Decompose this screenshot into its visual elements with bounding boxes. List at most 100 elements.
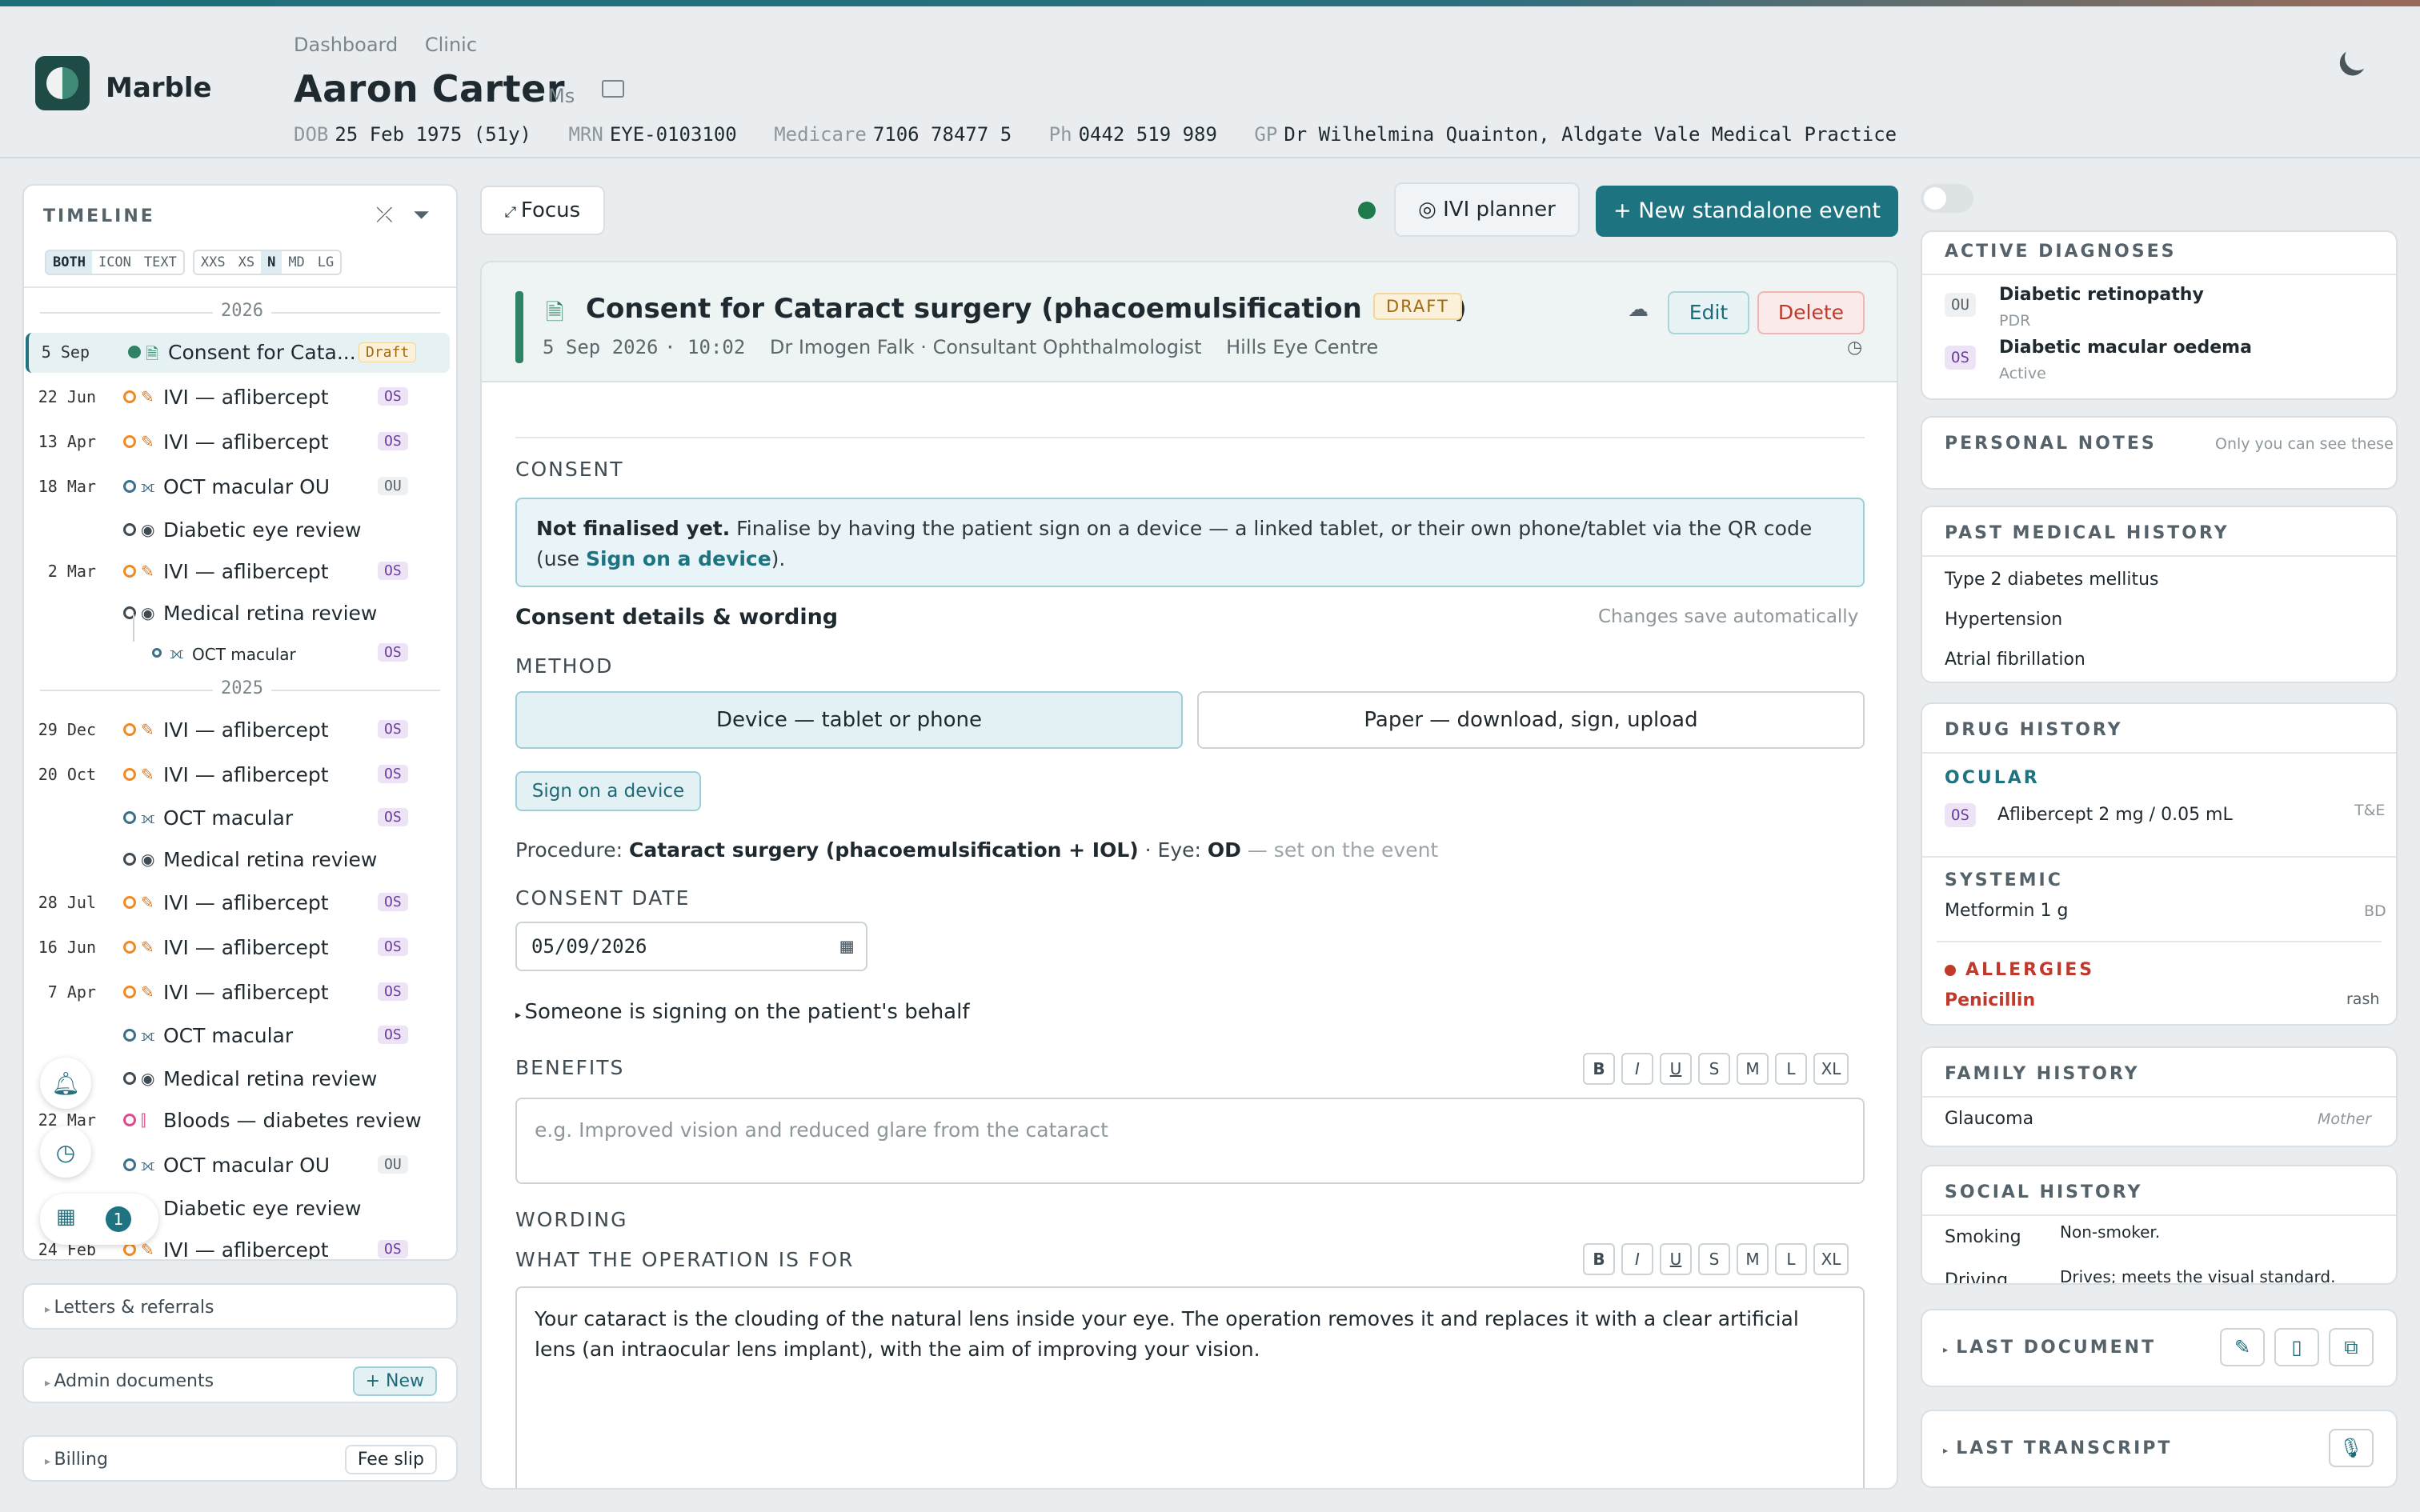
eye-icon: ◉ [141, 603, 155, 622]
timeline-marker [123, 1072, 136, 1085]
size-toggle: XXS XS N MD LG [192, 250, 343, 275]
timeline-row[interactable]: ◉ Medical retina review [24, 840, 456, 880]
underline-button[interactable]: U [1660, 1053, 1692, 1085]
timeline-marker [128, 346, 141, 358]
timeline-row[interactable]: 5 Sep 🗎 Consent for Cata... Draft [26, 333, 450, 373]
timeline-row[interactable]: 28 Jul ✎ IVI — aflibercept OS [24, 883, 456, 923]
id-card-icon[interactable] [602, 80, 624, 98]
size-s-button[interactable]: S [1698, 1243, 1730, 1275]
italic-button[interactable]: I [1621, 1053, 1653, 1085]
admin-documents-card[interactable]: ▸ Admin documents + New [22, 1357, 458, 1403]
dark-mode-icon[interactable] [2341, 41, 2374, 74]
eye-icon: ◉ [141, 520, 155, 539]
timeline-row[interactable]: ⟗ OCT macular OS [24, 798, 456, 838]
timeline-row[interactable]: ⟗ OCT macular OS [24, 634, 456, 674]
diagnosis-name[interactable]: Diabetic retinopathy [1999, 285, 2204, 305]
timeline-row[interactable]: 7 Apr ✎ IVI — aflibercept OS [24, 973, 456, 1013]
letters-referrals-card[interactable]: ▸ Letters & referrals [22, 1283, 458, 1330]
cloud-sync-icon[interactable]: ☁ [1628, 298, 1649, 322]
oct-icon: ⟗ [141, 477, 155, 496]
timeline-label: Medical retina review [163, 602, 378, 625]
timeline-row[interactable]: ⟗ OCT macular OS [24, 1016, 456, 1056]
size-l-button[interactable]: L [1775, 1243, 1807, 1275]
new-standalone-event-button[interactable]: + New standalone event [1596, 186, 1898, 237]
method-paper-option[interactable]: Paper — download, sign, upload [1197, 691, 1865, 749]
timeline-marker [123, 1029, 136, 1042]
mode-text[interactable]: TEXT [138, 251, 183, 274]
new-admin-document-button[interactable]: + New [352, 1366, 437, 1396]
size-n[interactable]: N [261, 251, 282, 274]
breadcrumb-clinic[interactable]: Clinic [425, 34, 477, 56]
operation-purpose-textarea[interactable]: Your cataract is the clouding of the nat… [515, 1286, 1865, 1488]
breadcrumb-dashboard[interactable]: Dashboard [294, 34, 398, 56]
calendar-icon: ▦ [56, 1205, 76, 1229]
timeline-row[interactable]: ◉ Diabetic eye review [24, 510, 456, 550]
diagnosis-name[interactable]: Diabetic macular oedema [1999, 338, 2252, 358]
personal-notes-card[interactable]: PERSONAL NOTES Only you can see these [1921, 416, 2398, 490]
timeline-row[interactable]: 22 Jun ✎ IVI — aflibercept OS [24, 378, 456, 418]
present-screen-icon[interactable]: ⧉ [2329, 1328, 2374, 1366]
timeline-marker [152, 648, 162, 658]
edit-button[interactable]: Edit [1668, 291, 1749, 334]
consent-date-input[interactable]: 05/09/2026 ▦ [515, 922, 867, 971]
eye-badge: OS [378, 765, 408, 783]
operation-purpose-label: WHAT THE OPERATION IS FOR [515, 1248, 855, 1271]
eye-badge: OS [378, 808, 408, 826]
history-icon[interactable]: ◷ [1847, 338, 1862, 358]
size-m-button[interactable]: M [1737, 1053, 1769, 1085]
size-s-button[interactable]: S [1698, 1053, 1730, 1085]
panel-toggle[interactable] [1921, 184, 1973, 213]
pmh-item: Hypertension [1945, 610, 2063, 630]
timeline-marker [123, 565, 136, 578]
bold-button[interactable]: B [1583, 1053, 1615, 1085]
mode-icon[interactable]: ICON [92, 251, 138, 274]
focus-button[interactable]: ⤢ Focus [480, 186, 605, 235]
fee-slip-button[interactable]: Fee slip [344, 1445, 437, 1474]
timeline-row[interactable]: 20 Oct ✎ IVI — aflibercept OS [24, 755, 456, 795]
underline-button[interactable]: U [1660, 1243, 1692, 1275]
bell-icon[interactable]: 🔔︎ [40, 1058, 91, 1109]
size-lg[interactable]: LG [311, 251, 340, 274]
size-md[interactable]: MD [282, 251, 311, 274]
eye-badge: OS [1945, 803, 1976, 827]
filter-icon[interactable]: ⏷ [413, 203, 430, 228]
microphone-icon[interactable]: 🎙︎ [2329, 1429, 2374, 1467]
size-xxs[interactable]: XXS [194, 251, 232, 274]
timeline-row[interactable]: 29 Dec ✎ IVI — aflibercept OS [24, 710, 456, 750]
calendar-button[interactable]: ▦ 1 [40, 1194, 158, 1245]
benefits-textarea[interactable]: e.g. Improved vision and reduced glare f… [515, 1098, 1865, 1184]
method-device-option[interactable]: Device — tablet or phone [515, 691, 1183, 749]
timeline-label: IVI — aflibercept [163, 560, 329, 583]
billing-card[interactable]: ▸ Billing Fee slip [22, 1435, 458, 1482]
italic-button[interactable]: I [1621, 1243, 1653, 1275]
size-xl-button[interactable]: XL [1813, 1243, 1849, 1275]
ivi-planner-button[interactable]: ◎ IVI planner [1394, 182, 1580, 237]
tablet-icon[interactable]: ▯ [2274, 1328, 2319, 1366]
bold-button[interactable]: B [1583, 1243, 1615, 1275]
size-m-button[interactable]: M [1737, 1243, 1769, 1275]
pencil-icon[interactable]: ✎ [2220, 1328, 2265, 1366]
systemic-drug: Metformin 1 g [1945, 901, 2069, 921]
sign-on-device-link[interactable]: Sign on a device [586, 547, 771, 570]
size-xl-button[interactable]: XL [1813, 1053, 1849, 1085]
marble-logo[interactable] [35, 56, 90, 110]
collapse-icon[interactable]: ⤫ [376, 203, 393, 228]
blood-icon: ⫿ [141, 1110, 146, 1130]
size-xs[interactable]: XS [232, 251, 261, 274]
timeline-marker [123, 896, 136, 909]
mode-both[interactable]: BOTH [46, 251, 92, 274]
delete-button[interactable]: Delete [1757, 291, 1865, 334]
sign-on-device-button[interactable]: Sign on a device [515, 771, 701, 811]
event-title: Consent for Cataract surgery (phacoemuls… [586, 293, 1467, 325]
timeline-row[interactable]: 22 Mar ⫿ Bloods — diabetes review [24, 1101, 456, 1141]
behalf-expander[interactable]: ▸ Someone is signing on the patient's be… [515, 1000, 969, 1024]
timeline-row[interactable]: 18 Mar ⟗ OCT macular OU OU [24, 467, 456, 507]
timeline-row[interactable]: ◉ Medical retina review [24, 594, 456, 634]
size-l-button[interactable]: L [1775, 1053, 1807, 1085]
calendar-icon[interactable]: ▦ [840, 923, 853, 970]
clock-icon[interactable]: ◷ [40, 1126, 91, 1178]
timeline-row[interactable]: 13 Apr ✎ IVI — aflibercept OS [24, 422, 456, 462]
timeline-row[interactable]: 2 Mar ✎ IVI — aflibercept OS [24, 552, 456, 592]
consent-details-heading: Consent details & wording [515, 605, 839, 630]
timeline-row[interactable]: 16 Jun ✎ IVI — aflibercept OS [24, 928, 456, 968]
